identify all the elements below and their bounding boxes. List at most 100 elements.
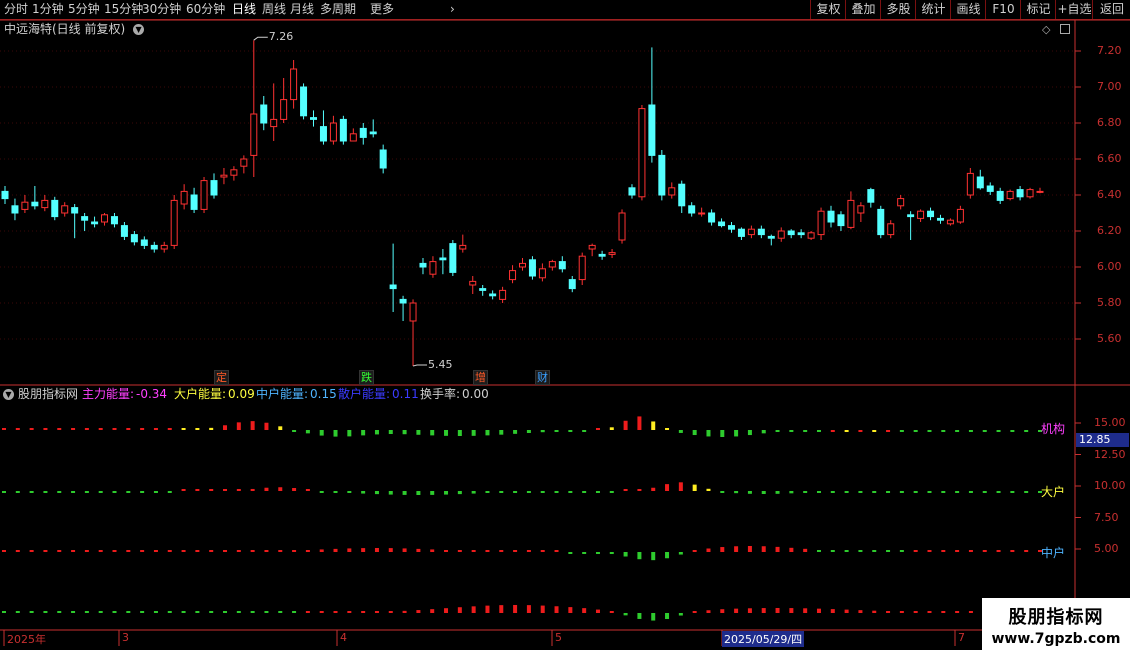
- energy-bar: [678, 552, 683, 555]
- energy-bar: [899, 550, 904, 552]
- energy-bar: [513, 550, 518, 552]
- energy-bar: [858, 491, 863, 493]
- indicator-item-value: 0.09: [228, 387, 255, 401]
- energy-bar: [471, 430, 476, 436]
- energy-bar: [2, 611, 6, 613]
- candle-body: [51, 199, 59, 218]
- energy-bar: [305, 430, 310, 434]
- energy-bar: [982, 550, 987, 552]
- energy-bar: [402, 491, 407, 495]
- energy-bar: [305, 550, 310, 552]
- energy-bar: [816, 550, 821, 552]
- candle-body: [628, 187, 636, 196]
- energy-bar: [278, 611, 283, 613]
- energy-bar: [582, 430, 587, 432]
- candle-body: [718, 221, 726, 227]
- candle-body: [240, 158, 248, 167]
- energy-bar: [485, 550, 490, 552]
- energy-bar: [554, 491, 559, 493]
- energy-bar: [388, 611, 393, 613]
- energy-bar: [996, 550, 1001, 552]
- energy-bar: [526, 605, 531, 613]
- energy-bar: [195, 489, 200, 491]
- candle-body: [290, 68, 298, 101]
- energy-bar: [167, 611, 172, 613]
- candle-body: [339, 118, 347, 142]
- crosshair-date-label: 2025/05/29/四: [722, 631, 805, 647]
- energy-bar: [416, 548, 421, 552]
- date-label: 7: [958, 631, 965, 644]
- energy-bar: [927, 550, 932, 552]
- energy-bar: [1024, 430, 1029, 432]
- energy-bar: [195, 428, 200, 430]
- energy-bar: [858, 430, 863, 432]
- energy-bar: [126, 491, 131, 493]
- candle-body: [439, 257, 447, 261]
- event-marker[interactable]: 跌: [359, 370, 374, 385]
- energy-bar: [181, 428, 186, 430]
- candle-body: [519, 262, 526, 268]
- energy-bar: [319, 430, 324, 436]
- candle-body: [319, 126, 327, 142]
- energy-bar: [747, 546, 752, 552]
- candle-body: [71, 207, 79, 214]
- indicator-name: 股朋指标网: [18, 387, 79, 401]
- energy-bar: [98, 611, 103, 613]
- energy-bar: [968, 430, 973, 432]
- energy-bar: [595, 428, 600, 430]
- energy-bar: [84, 491, 89, 493]
- indicator-tick-label: 15.00: [1094, 416, 1126, 429]
- candle-body: [509, 270, 517, 281]
- energy-bar: [29, 491, 34, 493]
- energy-bar: [71, 611, 76, 613]
- energy-bar: [278, 550, 283, 552]
- chart-canvas[interactable]: [0, 0, 1130, 650]
- indicator-item-value: 0.15: [310, 387, 337, 401]
- energy-bar: [568, 491, 573, 493]
- energy-bar: [789, 547, 794, 552]
- energy-bar: [609, 552, 614, 555]
- energy-bar: [236, 611, 241, 613]
- energy-bar: [292, 611, 297, 613]
- energy-bar: [250, 550, 255, 552]
- energy-bar: [623, 489, 628, 491]
- watermark: 股朋指标网 www.7gpzb.com: [982, 598, 1130, 650]
- energy-bar: [816, 491, 821, 493]
- energy-bar: [844, 609, 849, 613]
- energy-bar: [720, 430, 725, 438]
- energy-bar: [761, 430, 766, 434]
- energy-bar: [996, 430, 1001, 432]
- energy-bar: [651, 613, 656, 621]
- energy-bar: [955, 550, 960, 552]
- energy-bar: [333, 491, 338, 493]
- energy-bar: [485, 430, 490, 436]
- energy-bar: [209, 489, 214, 491]
- energy-bar: [595, 491, 600, 493]
- event-marker[interactable]: 定: [214, 370, 229, 385]
- energy-bar: [416, 610, 421, 613]
- event-marker[interactable]: 财: [535, 370, 550, 385]
- energy-bar: [250, 421, 255, 430]
- energy-bar: [941, 430, 946, 432]
- energy-bar: [15, 550, 20, 552]
- indicator-item-value: 0.00: [462, 387, 489, 401]
- date-label: 3: [122, 631, 129, 644]
- energy-bar: [678, 430, 683, 433]
- energy-bar: [347, 430, 352, 437]
- energy-bar: [886, 491, 891, 493]
- indicator-tick-label: 12.50: [1094, 447, 1126, 461]
- candle-body: [917, 210, 925, 219]
- energy-bar: [43, 550, 48, 552]
- min-price-label: 5.45: [428, 358, 453, 371]
- candle-body: [250, 113, 258, 156]
- energy-bar: [927, 611, 932, 613]
- energy-bar: [140, 428, 145, 430]
- energy-bar: [402, 610, 407, 613]
- energy-bar: [858, 610, 863, 613]
- indicator-dropdown-icon[interactable]: ▼: [3, 389, 14, 400]
- event-marker[interactable]: 增: [473, 370, 488, 385]
- energy-bar: [2, 550, 6, 552]
- energy-bar: [402, 430, 407, 435]
- energy-bar: [471, 606, 476, 613]
- candle-body: [737, 228, 745, 237]
